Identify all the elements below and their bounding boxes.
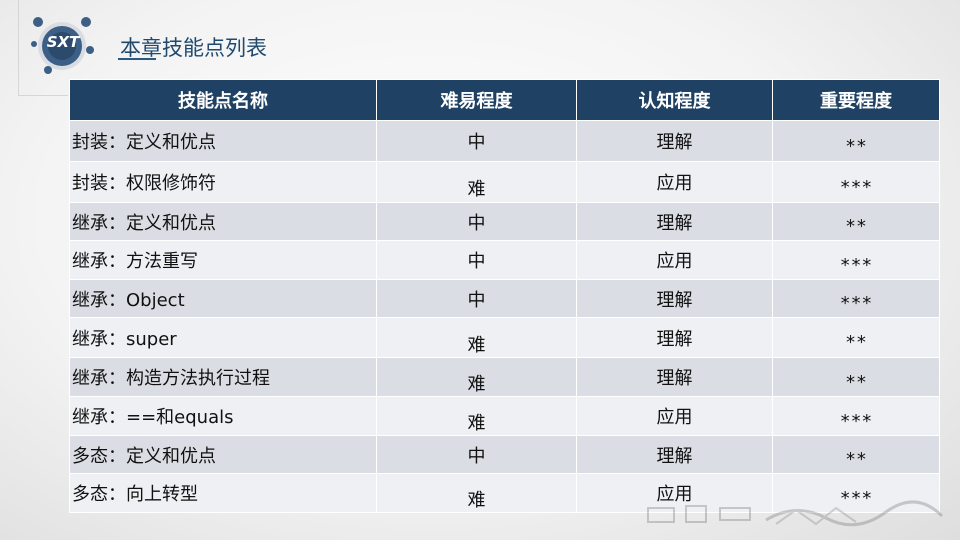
table-row: 继承：方法重写 中 应用 *** xyxy=(69,240,940,280)
difficulty-cell: 中 xyxy=(376,435,577,474)
cognition-cell: 理解 xyxy=(576,357,773,397)
logo-text: SXT xyxy=(46,33,80,51)
column-header-cognition: 认知程度 xyxy=(576,79,773,121)
cognition-cell: 理解 xyxy=(576,120,773,162)
skill-name: 继承：构造方法执行过程 xyxy=(69,357,377,397)
skill-name: 封装：权限修饰符 xyxy=(69,161,377,203)
cognition-cell: 应用 xyxy=(576,240,773,280)
table-row: 继承：构造方法执行过程 难 理解 ** xyxy=(69,357,940,397)
importance-cell: ** xyxy=(772,435,940,474)
importance-cell: *** xyxy=(772,396,940,436)
frame-line-vertical xyxy=(18,0,19,95)
importance-cell: *** xyxy=(772,240,940,280)
table-header-row: 技能点名称 难易程度 认知程度 重要程度 xyxy=(69,79,940,121)
column-header-name: 技能点名称 xyxy=(69,79,377,121)
cognition-cell: 理解 xyxy=(576,279,773,318)
table-row: 继承：定义和优点 中 理解 ** xyxy=(69,202,940,241)
difficulty-cell: 难 xyxy=(376,161,577,203)
importance-cell: *** xyxy=(772,161,940,203)
frame-line-horizontal xyxy=(18,95,68,96)
skill-name: 继承：==和equals xyxy=(69,396,377,436)
difficulty-cell: 中 xyxy=(376,202,577,241)
importance-cell: ** xyxy=(772,357,940,397)
skill-name: 继承：方法重写 xyxy=(69,240,377,280)
table-row: 封装：权限修饰符 难 应用 *** xyxy=(69,161,940,203)
importance-cell: ** xyxy=(772,317,940,358)
column-header-importance: 重要程度 xyxy=(772,79,940,121)
difficulty-cell: 中 xyxy=(376,120,577,162)
watermark-graphic xyxy=(647,500,944,527)
cognition-cell: 理解 xyxy=(576,435,773,474)
skills-table: 技能点名称 难易程度 认知程度 重要程度 封装：定义和优点 中 理解 ** 封装… xyxy=(69,79,940,513)
table-row: 封装：定义和优点 中 理解 ** xyxy=(69,120,940,162)
difficulty-cell: 难 xyxy=(376,473,577,513)
difficulty-cell: 难 xyxy=(376,396,577,436)
table-row: 多态：定义和优点 中 理解 ** xyxy=(69,435,940,474)
difficulty-cell: 难 xyxy=(376,317,577,358)
skill-name: 多态：向上转型 xyxy=(69,473,377,513)
cognition-cell: 应用 xyxy=(576,396,773,436)
skill-name: 继承：super xyxy=(69,317,377,358)
difficulty-cell: 中 xyxy=(376,279,577,318)
importance-cell: ** xyxy=(772,120,940,162)
column-header-difficulty: 难易程度 xyxy=(376,79,577,121)
cognition-cell: 应用 xyxy=(576,161,773,203)
importance-cell: ** xyxy=(772,202,940,241)
table-row: 继承：super 难 理解 ** xyxy=(69,317,940,358)
skill-name: 封装：定义和优点 xyxy=(69,120,377,162)
table-row: 继承：Object 中 理解 *** xyxy=(69,279,940,318)
importance-cell: *** xyxy=(772,279,940,318)
difficulty-cell: 难 xyxy=(376,357,577,397)
cognition-cell: 理解 xyxy=(576,317,773,358)
table-row: 继承：==和equals 难 应用 *** xyxy=(69,396,940,436)
difficulty-cell: 中 xyxy=(376,240,577,280)
title-underline xyxy=(118,58,156,60)
skill-name: 多态：定义和优点 xyxy=(69,435,377,474)
skill-name: 继承：Object xyxy=(69,279,377,318)
cognition-cell: 理解 xyxy=(576,202,773,241)
skill-name: 继承：定义和优点 xyxy=(69,202,377,241)
